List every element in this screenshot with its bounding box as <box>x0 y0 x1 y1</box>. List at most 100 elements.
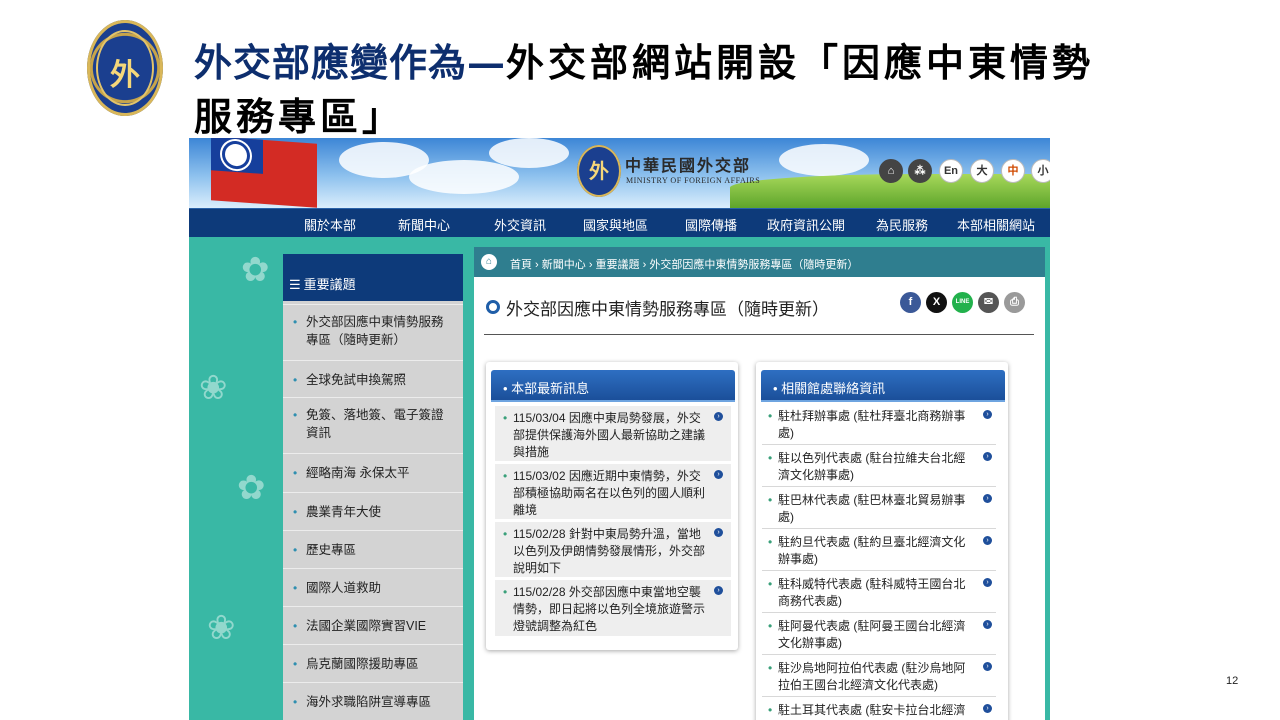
flower-decoration: ❀ <box>199 369 228 407</box>
chevron-right-icon: › <box>983 704 992 713</box>
news-item[interactable]: • 115/03/02 因應近期中東情勢，外交部積極協助兩名在以色列的國人順利離境… <box>495 464 731 519</box>
contact-item[interactable]: • 駐約旦代表處 (駐約旦臺北經濟文化辦事處) › <box>762 530 996 571</box>
sidebar-item[interactable]: • 農業青年大使 <box>283 492 463 530</box>
bullet-icon: • <box>768 661 773 675</box>
nav-item-diplomacy[interactable]: 外交資訊 <box>494 215 546 234</box>
email-icon[interactable]: ✉ <box>978 292 999 313</box>
news-item[interactable]: • 115/03/04 因應中東局勢發展，外交部提供保護海外國人最新協助之建議與措… <box>495 406 731 461</box>
english-button[interactable]: En <box>939 159 963 183</box>
facebook-icon[interactable]: f <box>900 292 921 313</box>
slide-title: 外交部應變作為—外交部網站開設「因應中東情勢服務專區」 <box>194 36 1114 144</box>
page-title: 外交部因應中東情勢服務專區（隨時更新） <box>486 295 829 320</box>
sidebar-item[interactable]: • 烏克蘭國際援助專區 <box>283 644 463 682</box>
contact-item[interactable]: • 駐科威特代表處 (駐科威特王國台北商務代表處) › <box>762 572 996 613</box>
sidebar-item[interactable]: • 免簽、落地簽、電子簽證資訊 <box>283 397 463 453</box>
sidebar: ☰ 重要議題 • 外交部因應中東情勢服務專區（隨時更新） • 全球免試申換駕照 • 免簽… <box>283 254 463 720</box>
sidebar-item-label: 全球免試申換駕照 <box>306 373 407 387</box>
sidebar-item[interactable]: • 外交部因應中東情勢服務專區（隨時更新） <box>283 304 463 360</box>
print-icon[interactable]: ⎙ <box>1004 292 1025 313</box>
chevron-right-icon: › <box>983 452 992 461</box>
title-dot-icon <box>486 300 500 314</box>
font-large-button[interactable]: 大 <box>970 159 994 183</box>
cloud-decoration <box>409 160 519 194</box>
contact-item[interactable]: • 駐以色列代表處 (駐台拉維夫台北經濟文化辦事處) › <box>762 446 996 487</box>
nav-item-countries[interactable]: 國家與地區 <box>583 215 648 234</box>
sidebar-item[interactable]: • 法國企業國際實習VIE <box>283 606 463 644</box>
contact-item[interactable]: • 駐土耳其代表處 (駐安卡拉台北經濟文化代表團) › <box>762 698 996 720</box>
news-item[interactable]: • 115/02/28 針對中東局勢升溫，當地以色列及伊朗情勢發展情形，外交部說明… <box>495 522 731 577</box>
bullet-icon: • <box>768 703 773 717</box>
nav-item-gov-info[interactable]: 政府資訊公開 <box>767 215 845 234</box>
bullet-icon: • <box>503 585 508 599</box>
home-icon[interactable]: ⌂ <box>481 254 497 270</box>
line-icon[interactable]: LINE <box>952 292 973 313</box>
site-name-en: MINISTRY OF FOREIGN AFFAIRS <box>626 176 761 185</box>
chevron-right-icon: › <box>714 586 723 595</box>
bullet-icon: • <box>293 408 298 422</box>
chevron-right-icon: › <box>983 410 992 419</box>
flower-decoration: ❀ <box>207 609 236 647</box>
contact-item-text: 駐杜拜辦事處 (駐杜拜臺北商務辦事處) <box>778 409 966 440</box>
bullet-icon: • <box>293 619 298 633</box>
nav-item-about[interactable]: 關於本部 <box>304 215 356 234</box>
home-icon[interactable]: ⌂ <box>879 159 903 183</box>
contact-item-text: 駐約旦代表處 (駐約旦臺北經濟文化辦事處) <box>778 535 966 566</box>
contact-item[interactable]: • 駐沙烏地阿拉伯代表處 (駐沙烏地阿拉伯王國台北經濟文化代表處) › <box>762 656 996 697</box>
news-item-text: 115/02/28 外交部因應中東當地空襲情勢，即日起將以色列全境旅遊警示燈號調… <box>513 585 706 633</box>
contact-item[interactable]: • 駐阿曼代表處 (駐阿曼王國台北經濟文化辦事處) › <box>762 614 996 655</box>
nav-item-related-sites[interactable]: 本部相關網站 <box>957 215 1035 234</box>
sidebar-item[interactable]: • 經略南海 永保太平 <box>283 453 463 492</box>
bullet-icon: • <box>293 657 298 671</box>
bullet-icon: • <box>503 527 508 541</box>
contact-panel-title: • 相關館處聯絡資訊 <box>761 370 1005 402</box>
site-name[interactable]: 中華民國外交部 <box>625 152 751 176</box>
chevron-right-icon: › <box>714 412 723 421</box>
x-icon[interactable]: X <box>926 292 947 313</box>
bullet-icon: • <box>768 451 773 465</box>
bullet-icon: • <box>293 581 298 595</box>
breadcrumb: ⌂ 首頁 › 新聞中心 › 重要議題 › 外交部因應中東情勢服務專區（隨時更新） <box>474 247 1045 277</box>
contact-item[interactable]: • 駐杜拜辦事處 (駐杜拜臺北商務辦事處) › <box>762 404 996 445</box>
contact-item-text: 駐科威特代表處 (駐科威特王國台北商務代表處) <box>778 577 966 608</box>
divider <box>484 334 1034 335</box>
bullet-icon: • <box>293 505 298 519</box>
chevron-right-icon: › <box>983 494 992 503</box>
page-title-text: 外交部因應中東情勢服務專區（隨時更新） <box>506 300 829 319</box>
nav-item-international[interactable]: 國際傳播 <box>685 215 737 234</box>
mofa-website-screenshot: ✿ ❀ ✿ ❀ 外 中華民國外交部 MINISTRY OF FOREIGN AF… <box>189 138 1050 720</box>
sitemap-icon[interactable]: ⁂ <box>908 159 932 183</box>
news-item[interactable]: • 115/02/28 外交部因應中東當地空襲情勢，即日起將以色列全境旅遊警示燈號… <box>495 580 731 636</box>
sidebar-item[interactable]: • 歷史專區 <box>283 530 463 568</box>
font-medium-button[interactable]: 中 <box>1001 159 1025 183</box>
main-content: ⌂ 首頁 › 新聞中心 › 重要議題 › 外交部因應中東情勢服務專區（隨時更新）… <box>474 247 1045 720</box>
sidebar-item[interactable]: • 全球免試申換駕照 <box>283 360 463 397</box>
sidebar-item-label: 歷史專區 <box>306 543 357 557</box>
sidebar-item-label: 法國企業國際實習VIE <box>306 619 427 633</box>
bullet-icon: • <box>293 695 298 709</box>
contact-item[interactable]: • 駐巴林代表處 (駐巴林臺北貿易辦事處) › <box>762 488 996 529</box>
nav-item-news[interactable]: 新聞中心 <box>398 215 450 234</box>
font-small-button[interactable]: 小 <box>1031 159 1050 183</box>
flower-decoration: ✿ <box>241 251 270 289</box>
nav-item-services[interactable]: 為民服務 <box>876 215 928 234</box>
chevron-right-icon: › <box>983 662 992 671</box>
news-panel: • 本部最新訊息 • 115/03/04 因應中東局勢發展，外交部提供保護海外國人… <box>486 362 738 650</box>
news-item-text: 115/03/02 因應近期中東情勢，外交部積極協助兩名在以色列的國人順利離境 <box>513 469 706 517</box>
contact-item-text: 駐沙烏地阿拉伯代表處 (駐沙烏地阿拉伯王國台北經濟文化代表處) <box>778 661 966 692</box>
sidebar-item-label: 國際人道救助 <box>306 581 382 595</box>
contact-item-text: 駐土耳其代表處 (駐安卡拉台北經濟文化代表團) <box>778 703 966 717</box>
bullet-icon: • <box>768 409 773 423</box>
bullet-icon: • <box>293 466 298 480</box>
cloud-decoration <box>779 144 869 176</box>
sidebar-item[interactable]: • 國際人道救助 <box>283 568 463 606</box>
sidebar-item[interactable]: • 海外求職陷阱宣導專區 <box>283 682 463 720</box>
sidebar-item-label: 外交部因應中東情勢服務專區（隨時更新） <box>306 315 444 347</box>
sidebar-item-label: 農業青年大使 <box>306 505 382 519</box>
cloud-decoration <box>489 138 569 168</box>
slide-title-prefix: 外交部應變作為— <box>194 40 507 85</box>
breadcrumb-trail[interactable]: 首頁 › 新聞中心 › 重要議題 › 外交部因應中東情勢服務專區（隨時更新） <box>510 256 858 272</box>
chevron-right-icon: › <box>983 578 992 587</box>
chevron-right-icon: › <box>714 528 723 537</box>
news-item-text: 115/02/28 針對中東局勢升溫，當地以色列及伊朗情勢發展情形，外交部說明如… <box>513 527 706 575</box>
site-logo[interactable]: 外 <box>577 145 621 197</box>
